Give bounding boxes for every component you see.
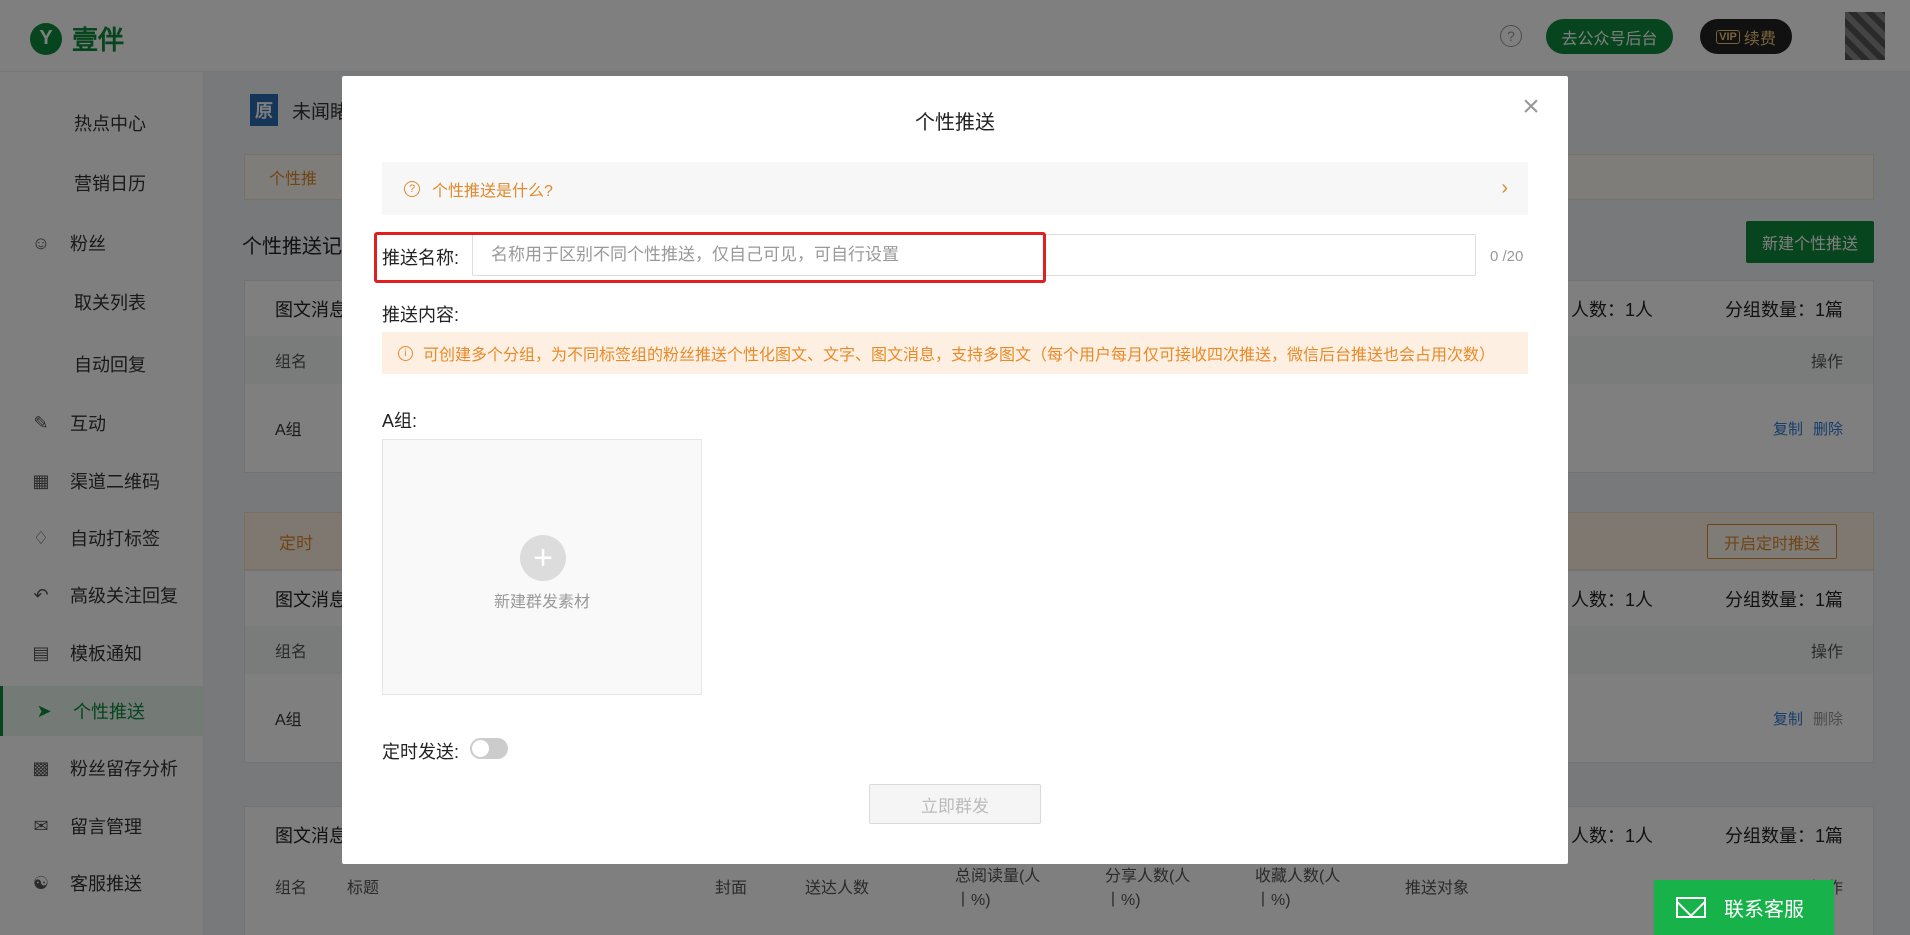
chevron-right-icon: ›	[1501, 177, 1508, 199]
timer-send-label: 定时发送:	[382, 742, 460, 762]
timer-send-toggle[interactable]	[470, 738, 508, 759]
new-material-upload[interactable]: + 新建群发素材	[382, 439, 702, 695]
warning-text: 可创建多个分组，为不同标签组的粉丝推送个性化图文、文字、图文消息，支持多图文（每…	[423, 347, 1496, 364]
upload-text: 新建群发素材	[493, 594, 590, 611]
push-name-input[interactable]	[472, 234, 1476, 276]
personal-push-modal: 个性推送 × ? 个性推送是什么? › 推送名称: 0 /20 推送内容: i …	[342, 76, 1568, 864]
help-banner-text: 个性推送是什么?	[432, 182, 553, 200]
contact-label: 联系客服	[1724, 899, 1804, 921]
push-name-label: 推送名称:	[382, 248, 460, 268]
modal-title: 个性推送	[915, 112, 995, 134]
close-icon[interactable]: ×	[1516, 92, 1546, 122]
plus-icon: +	[520, 535, 566, 581]
help-banner[interactable]: ? 个性推送是什么? ›	[382, 162, 1528, 215]
toggle-knob	[472, 740, 489, 757]
send-now-button[interactable]: 立即群发	[869, 784, 1041, 824]
group-a-label: A组:	[382, 411, 418, 431]
question-icon: ?	[404, 180, 420, 197]
info-icon: i	[398, 345, 413, 361]
contact-service-button[interactable]: 联系客服	[1654, 880, 1834, 935]
mail-icon	[1676, 897, 1706, 918]
push-content-label: 推送内容:	[382, 305, 460, 325]
warning-banner: i 可创建多个分组，为不同标签组的粉丝推送个性化图文、文字、图文消息，支持多图文…	[382, 332, 1528, 374]
push-name-counter: 0 /20	[1490, 248, 1524, 265]
